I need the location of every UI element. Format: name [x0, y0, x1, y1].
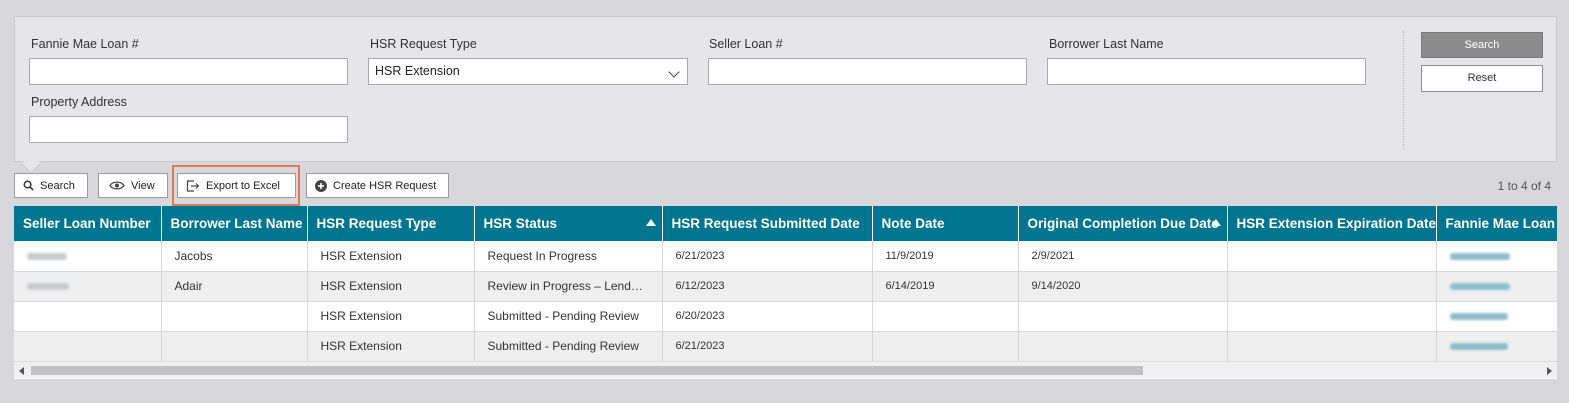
- table-row[interactable]: Jacobs HSR Extension Request In Progress…: [14, 241, 1557, 272]
- fannie-mae-loan-link[interactable]: [1436, 241, 1557, 272]
- expiration-date-cell: [1227, 241, 1437, 272]
- search-toggle-button[interactable]: Search: [14, 173, 88, 198]
- expiration-date-cell: [1227, 271, 1437, 302]
- redacted-link: [1449, 252, 1510, 260]
- search-button[interactable]: Search: [1421, 32, 1543, 58]
- borrower-last-name-cell: [161, 301, 308, 332]
- note-date-cell: [872, 301, 1019, 332]
- fannie-mae-loan-input[interactable]: [29, 58, 348, 85]
- redacted-link: [1449, 283, 1510, 290]
- chevron-down-icon: [668, 66, 680, 78]
- table-row[interactable]: HSR Extension Submitted - Pending Review…: [14, 301, 1557, 332]
- seller-loan-input[interactable]: [708, 58, 1027, 85]
- reset-button[interactable]: Reset: [1421, 65, 1543, 92]
- results-grid: Seller Loan Number Borrower Last Name HS…: [14, 206, 1557, 379]
- col-header-seller-loan-number[interactable]: Seller Loan Number: [14, 206, 162, 241]
- borrower-last-name-label: Borrower Last Name: [1049, 37, 1164, 51]
- col-header-hsr-request-type[interactable]: HSR Request Type: [307, 206, 475, 241]
- results-table: Seller Loan Number Borrower Last Name HS…: [14, 206, 1557, 362]
- seller-loan-label: Seller Loan #: [709, 37, 783, 51]
- search-icon: [23, 180, 34, 191]
- redacted-text: [27, 252, 67, 260]
- horizontal-scrollbar[interactable]: [14, 361, 1557, 378]
- view-button[interactable]: View: [98, 173, 168, 198]
- export-icon: [186, 179, 200, 192]
- note-date-cell: 11/9/2019: [872, 241, 1019, 272]
- fannie-mae-loan-link[interactable]: [1436, 331, 1557, 362]
- expiration-date-cell: [1227, 331, 1437, 362]
- export-to-excel-button[interactable]: Export to Excel: [177, 173, 296, 198]
- view-label: View: [131, 179, 155, 192]
- submitted-date-cell: 6/21/2023: [662, 331, 873, 362]
- col-header-hsr-request-submitted-date[interactable]: HSR Request Submitted Date: [662, 206, 873, 241]
- table-row[interactable]: Adair HSR Extension Review in Progress –…: [14, 271, 1557, 302]
- search-panel: Fannie Mae Loan # HSR Request Type HSR E…: [14, 16, 1557, 162]
- seller-loan-number-cell: [14, 241, 162, 272]
- scroll-left-icon[interactable]: [19, 367, 24, 375]
- note-date-cell: [872, 331, 1019, 362]
- hsr-request-type-cell: HSR Extension: [307, 271, 475, 302]
- hsr-status-cell: Submitted - Pending Review: [474, 331, 663, 362]
- create-hsr-request-button[interactable]: Create HSR Request: [306, 173, 449, 198]
- col-header-original-completion-due-date[interactable]: Original Completion Due Date: [1018, 206, 1228, 241]
- seller-loan-number-cell: [14, 301, 162, 332]
- due-date-cell: 9/14/2020: [1018, 271, 1228, 302]
- eye-icon: [109, 181, 125, 190]
- col-header-note-date[interactable]: Note Date: [872, 206, 1019, 241]
- panel-divider: [1403, 31, 1404, 149]
- col-header-hsr-extension-expiration-date[interactable]: HSR Extension Expiration Date: [1227, 206, 1437, 241]
- fannie-mae-loan-link[interactable]: [1436, 301, 1557, 332]
- col-header-borrower-last-name[interactable]: Borrower Last Name: [161, 206, 308, 241]
- hsr-request-type-cell: HSR Extension: [307, 331, 475, 362]
- hsr-status-cell: Request In Progress: [474, 241, 663, 272]
- hsr-status-cell: Submitted - Pending Review: [474, 301, 663, 332]
- export-label: Export to Excel: [206, 179, 280, 192]
- header-row: Seller Loan Number Borrower Last Name HS…: [14, 206, 1557, 241]
- borrower-last-name-cell: Adair: [161, 271, 308, 302]
- fannie-mae-loan-label: Fannie Mae Loan #: [31, 37, 139, 51]
- hsr-request-type-cell: HSR Extension: [307, 241, 475, 272]
- submitted-date-cell: 6/12/2023: [662, 271, 873, 302]
- property-address-label: Property Address: [31, 95, 127, 109]
- hsr-request-type-value: HSR Extension: [375, 64, 460, 78]
- sort-ascending-icon: [1210, 219, 1221, 226]
- property-address-input[interactable]: [29, 116, 348, 143]
- due-date-cell: 2/9/2021: [1018, 241, 1228, 272]
- expiration-date-cell: [1227, 301, 1437, 332]
- search-toggle-label: Search: [40, 179, 75, 192]
- due-date-cell: [1018, 331, 1228, 362]
- borrower-last-name-input[interactable]: [1047, 58, 1366, 85]
- hsr-request-type-select[interactable]: HSR Extension: [368, 58, 688, 85]
- seller-loan-number-cell: [14, 331, 162, 362]
- create-hsr-request-label: Create HSR Request: [333, 179, 437, 192]
- borrower-last-name-cell: Jacobs: [161, 241, 308, 272]
- hsr-request-type-cell: HSR Extension: [307, 301, 475, 332]
- redacted-link: [1449, 343, 1508, 350]
- hsr-status-cell: Review in Progress – Lender Action Requi…: [474, 271, 663, 302]
- scroll-right-icon[interactable]: [1547, 367, 1552, 375]
- sort-ascending-icon: [645, 219, 656, 226]
- submitted-date-cell: 6/21/2023: [662, 241, 873, 272]
- scrollbar-thumb[interactable]: [31, 366, 1143, 375]
- hsr-request-type-label: HSR Request Type: [370, 37, 477, 51]
- record-count: 1 to 4 of 4: [1497, 179, 1551, 193]
- submitted-date-cell: 6/20/2023: [662, 301, 873, 332]
- fannie-mae-loan-link[interactable]: [1436, 271, 1557, 302]
- note-date-cell: 6/14/2019: [872, 271, 1019, 302]
- col-header-hsr-status[interactable]: HSR Status: [474, 206, 663, 241]
- borrower-last-name-cell: [161, 331, 308, 362]
- redacted-text: [27, 283, 69, 290]
- seller-loan-number-cell: [14, 271, 162, 302]
- col-header-fannie-mae-loan[interactable]: Fannie Mae Loan #: [1436, 206, 1557, 241]
- redacted-link: [1449, 313, 1508, 320]
- due-date-cell: [1018, 301, 1228, 332]
- table-row[interactable]: HSR Extension Submitted - Pending Review…: [14, 331, 1557, 362]
- plus-circle-icon: [315, 179, 327, 192]
